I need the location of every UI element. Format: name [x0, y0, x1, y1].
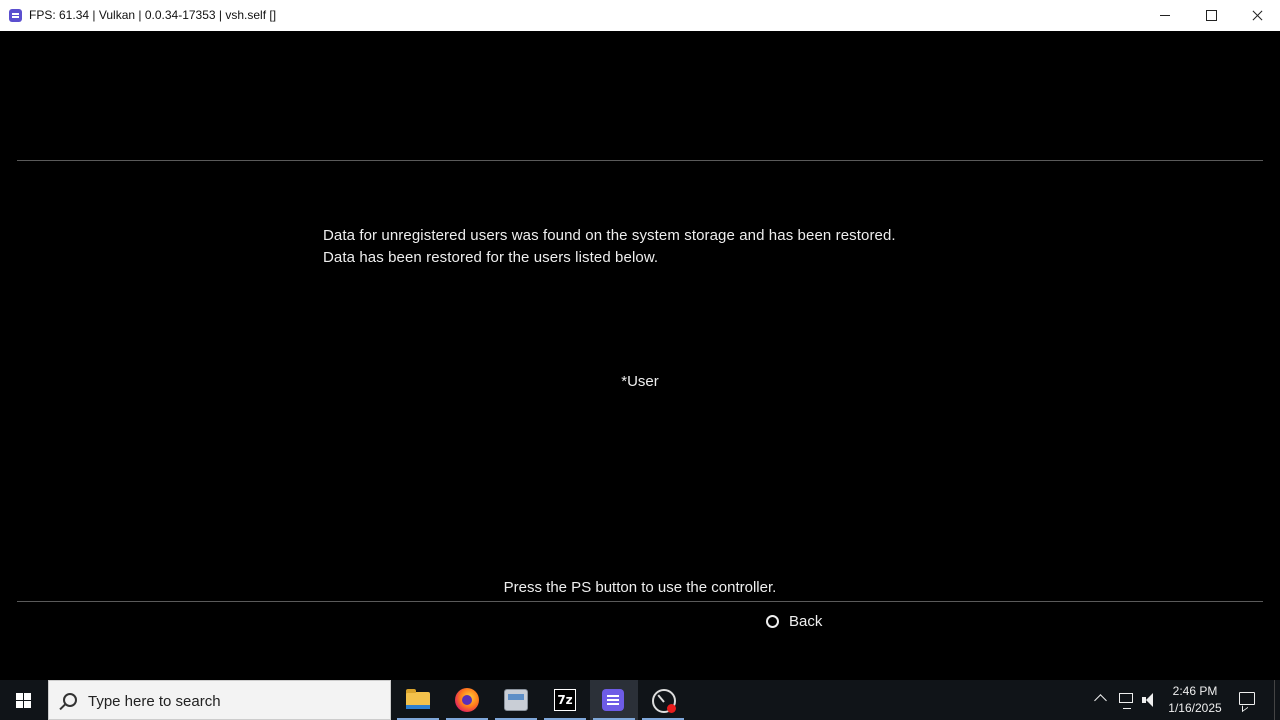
message-line-1: Data for unregistered users was found on…: [323, 227, 896, 244]
divider-bottom: [17, 601, 1263, 602]
divider-top: [17, 160, 1263, 161]
taskbar-search-box[interactable]: Type here to search: [48, 680, 391, 720]
window-title: FPS: 61.34 | Vulkan | 0.0.34-17353 | vsh…: [29, 8, 277, 22]
notification-icon[interactable]: [1239, 692, 1255, 705]
restored-user-name: *User: [621, 373, 659, 390]
taskbar-app-file-explorer[interactable]: [394, 680, 442, 720]
taskbar-app-7zip[interactable]: 7z: [541, 680, 589, 720]
back-label: Back: [789, 612, 823, 630]
taskbar-app-scanner[interactable]: [492, 680, 540, 720]
7zip-icon: 7z: [554, 689, 576, 711]
maximize-button[interactable]: [1188, 0, 1234, 31]
search-placeholder: Type here to search: [88, 693, 221, 710]
taskbar-app-debug[interactable]: [639, 680, 687, 720]
taskbar-clock[interactable]: 2:46 PM 1/16/2025: [1160, 683, 1230, 717]
message-line-2: Data has been restored for the users lis…: [323, 249, 659, 266]
circle-button-icon: [766, 614, 779, 628]
volume-icon[interactable]: [1142, 693, 1158, 707]
clock-time: 2:46 PM: [1172, 684, 1218, 698]
taskbar: Type here to search 7z 2:46 PM 1/16/2025: [0, 680, 1280, 720]
game-screen: Data for unregistered users was found on…: [0, 31, 1280, 680]
window-titlebar[interactable]: FPS: 61.34 | Vulkan | 0.0.34-17353 | vsh…: [0, 0, 1280, 31]
minimize-button[interactable]: [1142, 0, 1188, 31]
record-badge-icon: [667, 704, 676, 713]
scanner-icon: [504, 689, 528, 711]
windows-logo-icon: [16, 693, 32, 708]
close-button[interactable]: [1234, 0, 1280, 31]
back-button[interactable]: Back: [766, 611, 822, 631]
show-desktop-button[interactable]: [1274, 680, 1280, 720]
clock-date: 1/16/2025: [1168, 701, 1222, 715]
chevron-up-icon[interactable]: [1094, 694, 1107, 707]
taskbar-app-rpcs3[interactable]: [590, 680, 638, 720]
search-icon: [63, 693, 77, 707]
rpcs3-app-icon: [9, 9, 22, 22]
start-button[interactable]: [0, 680, 48, 720]
taskbar-app-firefox[interactable]: [443, 680, 491, 720]
firefox-icon: [455, 688, 479, 712]
file-explorer-icon: [406, 689, 430, 709]
network-icon[interactable]: [1119, 693, 1133, 709]
rpcs3-icon: [602, 689, 624, 711]
controller-hint: Press the PS button to use the controlle…: [503, 579, 777, 596]
